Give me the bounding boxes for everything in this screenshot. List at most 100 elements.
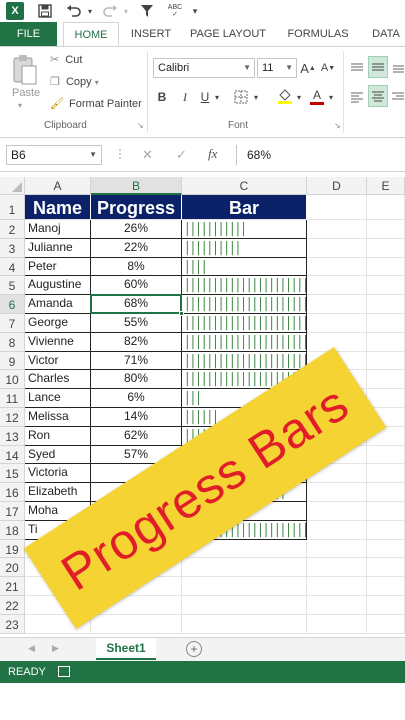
tab-data[interactable]: DATA <box>366 22 405 46</box>
empty-cell[interactable] <box>367 614 405 634</box>
grow-font-button[interactable]: A ▲ <box>300 58 316 78</box>
name-box[interactable]: B6 ▼ <box>6 145 102 165</box>
empty-cell[interactable] <box>307 220 367 239</box>
bar-cell[interactable]: |||||||||||||||||||||||||| <box>182 276 307 296</box>
row-header[interactable]: 15 <box>0 464 25 484</box>
row-header[interactable]: 7 <box>0 314 25 333</box>
name-cell[interactable]: Lance <box>25 389 91 408</box>
paste-button[interactable]: Paste <box>12 87 40 99</box>
name-cell[interactable]: Julianne <box>25 238 91 258</box>
empty-cell[interactable] <box>367 238 405 258</box>
font-name-select[interactable]: Calibri ▼ <box>153 58 255 78</box>
empty-cell[interactable] <box>307 314 367 333</box>
row-header[interactable]: 13 <box>0 426 25 446</box>
empty-cell[interactable] <box>307 483 367 502</box>
borders-dropdown-icon[interactable]: ▾ <box>252 87 260 107</box>
macro-record-icon[interactable] <box>58 666 70 677</box>
column-header-d[interactable]: D <box>307 177 367 195</box>
underline-dropdown-icon[interactable]: ▾ <box>213 87 221 107</box>
row-header[interactable]: 22 <box>0 596 25 615</box>
filter-icon[interactable] <box>138 2 156 20</box>
empty-cell[interactable] <box>367 389 405 408</box>
row-header[interactable]: 10 <box>0 370 25 390</box>
progress-cell[interactable]: 80% <box>91 370 182 390</box>
empty-cell[interactable] <box>367 577 405 596</box>
bar-cell[interactable]: ||||||||||| <box>182 220 307 239</box>
empty-cell[interactable] <box>367 502 405 521</box>
empty-cell[interactable] <box>307 195 367 220</box>
shrink-font-button[interactable]: A ▼ <box>320 58 336 78</box>
empty-cell[interactable] <box>307 577 367 596</box>
empty-cell[interactable] <box>307 520 367 540</box>
spelling-icon[interactable]: ABC ✓ <box>166 2 184 20</box>
row-header[interactable]: 16 <box>0 483 25 502</box>
row-header[interactable]: 20 <box>0 558 25 578</box>
empty-cell[interactable] <box>367 220 405 239</box>
clipboard-launcher-icon[interactable]: ↘ <box>137 121 144 130</box>
name-cell[interactable]: Syed <box>25 445 91 465</box>
empty-cell[interactable] <box>307 238 367 258</box>
bar-cell[interactable]: |||||||||||||||||||||||||||||||||||| <box>182 332 307 352</box>
copy-button[interactable]: ❐ Copy ▾ <box>50 75 99 88</box>
name-cell[interactable]: Peter <box>25 257 91 277</box>
empty-cell[interactable] <box>307 332 367 352</box>
empty-cell[interactable] <box>367 596 405 615</box>
column-header-b[interactable]: B <box>91 177 182 195</box>
empty-cell[interactable] <box>307 596 367 615</box>
empty-cell[interactable] <box>367 276 405 296</box>
empty-cell[interactable] <box>182 614 307 634</box>
column-header-c[interactable]: C <box>182 177 307 195</box>
column-header-e[interactable]: E <box>367 177 405 195</box>
empty-cell[interactable] <box>307 502 367 521</box>
tab-file[interactable]: FILE <box>0 22 57 46</box>
tab-formulas[interactable]: FORMULAS <box>282 22 354 46</box>
empty-cell[interactable] <box>367 332 405 352</box>
progress-cell[interactable]: 6% <box>91 389 182 408</box>
name-cell[interactable]: Augustine <box>25 276 91 296</box>
row-header[interactable]: 9 <box>0 351 25 371</box>
row-header[interactable]: 12 <box>0 408 25 427</box>
paste-icon[interactable] <box>10 53 40 87</box>
row-header[interactable]: 11 <box>0 389 25 408</box>
name-cell[interactable]: Melissa <box>25 408 91 427</box>
progress-cell[interactable]: 22% <box>91 238 182 258</box>
align-middle-icon[interactable] <box>368 56 388 78</box>
row-header[interactable]: 5 <box>0 276 25 296</box>
name-cell[interactable]: George <box>25 314 91 333</box>
name-cell[interactable]: Elizabeth <box>25 483 91 502</box>
empty-cell[interactable] <box>307 276 367 296</box>
tab-insert[interactable]: INSERT <box>126 22 176 46</box>
empty-cell[interactable] <box>182 577 307 596</box>
column-header-a[interactable]: A <box>25 177 91 195</box>
row-header[interactable]: 4 <box>0 257 25 277</box>
fill-color-dropdown-icon[interactable]: ▾ <box>295 87 303 107</box>
underline-button[interactable]: U <box>198 87 212 107</box>
empty-cell[interactable] <box>367 314 405 333</box>
progress-cell[interactable]: 68% <box>91 295 182 314</box>
enter-icon[interactable]: ✓ <box>176 147 187 163</box>
row-header[interactable]: 19 <box>0 539 25 559</box>
row-header[interactable]: 8 <box>0 332 25 352</box>
fill-color-icon[interactable] <box>276 85 294 107</box>
empty-cell[interactable] <box>307 614 367 634</box>
empty-cell[interactable] <box>367 257 405 277</box>
empty-cell[interactable] <box>367 558 405 578</box>
customize-qat-icon[interactable]: ▾ <box>190 2 200 20</box>
empty-cell[interactable] <box>307 539 367 559</box>
tab-home[interactable]: HOME <box>63 22 119 47</box>
row-header[interactable]: 3 <box>0 238 25 258</box>
insert-function-icon[interactable]: fx <box>208 146 217 162</box>
progress-cell[interactable]: 8% <box>91 257 182 277</box>
empty-cell[interactable] <box>367 195 405 220</box>
more-options-icon[interactable]: ⋮ <box>114 147 126 161</box>
formula-input[interactable]: 68% <box>236 145 405 165</box>
row-header[interactable]: 1 <box>0 195 25 220</box>
font-color-button[interactable]: A <box>308 85 326 107</box>
save-icon[interactable] <box>36 2 54 20</box>
empty-cell[interactable] <box>307 558 367 578</box>
redo-icon[interactable] <box>100 2 120 20</box>
format-painter-button[interactable]: 🖌 Format Painter <box>50 97 142 110</box>
row-header[interactable]: 17 <box>0 502 25 521</box>
bar-cell[interactable]: |||||||||||||||||||||||| <box>182 314 307 333</box>
empty-cell[interactable] <box>307 295 367 314</box>
